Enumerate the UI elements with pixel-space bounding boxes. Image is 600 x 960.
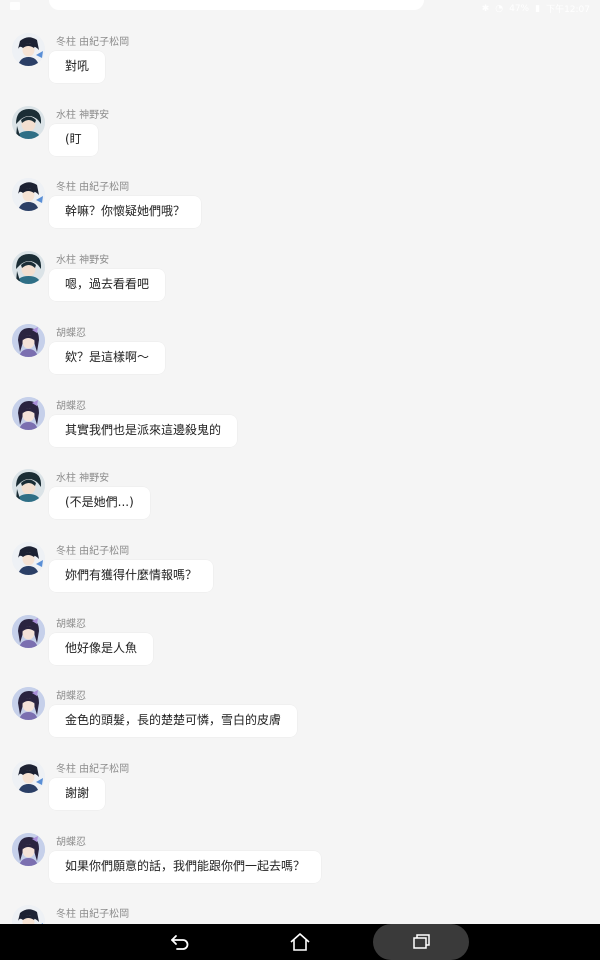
message-bubble[interactable]: 金色的頭髮，長的楚楚可憐，雪白的皮膚 <box>49 705 298 737</box>
shinobu-avatar[interactable] <box>12 833 45 866</box>
sender-name: 胡蝶忍 <box>56 691 86 702</box>
message-item[interactable]: 胡蝶忍如果你們願意的話，我們能跟你們一起去嗎？ <box>12 833 572 903</box>
message-item[interactable]: 水柱 神野安嗯，過去看看吧 <box>12 251 572 321</box>
sender-name: 水柱 神野安 <box>56 255 110 266</box>
shinobu-avatar[interactable] <box>12 615 45 648</box>
message-item[interactable]: 水柱 神野安 (盯 <box>12 106 572 176</box>
previous-message-bubble <box>49 0 424 10</box>
tomioka-avatar[interactable] <box>12 760 45 793</box>
recent-apps-button[interactable] <box>373 924 469 960</box>
message-bubble[interactable]: (不是她們...) <box>49 487 150 519</box>
tomioka-avatar[interactable] <box>12 33 45 66</box>
sender-name: 冬柱 由紀子松岡 <box>56 182 130 193</box>
sender-name: 水柱 神野安 <box>56 110 110 121</box>
sender-name: 冬柱 由紀子松岡 <box>56 909 130 920</box>
sender-name: 胡蝶忍 <box>56 328 86 339</box>
message-bubble[interactable]: 嗯，過去看看吧 <box>49 269 166 301</box>
home-button[interactable] <box>270 924 330 960</box>
home-icon <box>290 933 310 951</box>
water-avatar[interactable] <box>12 106 45 139</box>
message-item[interactable]: 胡蝶忍其實我們也是派來這邊殺鬼的 <box>12 397 572 467</box>
message-item[interactable]: 胡蝶忍欸？是這樣啊～ <box>12 324 572 394</box>
notification-icon <box>10 2 20 10</box>
chat-screen: ✱ ◔ 47% ▮ 下午12:07 冬柱 由紀子松岡 對吼 水柱 神野安 (盯 冬柱 由… <box>0 0 600 960</box>
water-avatar[interactable] <box>12 469 45 502</box>
message-bubble[interactable]: 對吼 <box>49 51 106 83</box>
recent-apps-icon <box>413 934 430 949</box>
message-item[interactable]: 冬柱 由紀子松岡妳們有獲得什麼情報嗎？ <box>12 542 572 612</box>
tomioka-avatar[interactable] <box>12 178 45 211</box>
message-bubble[interactable]: 幹嘛？你懷疑她們哦？ <box>49 196 202 228</box>
navigation-bar <box>0 924 600 960</box>
message-bubble[interactable]: 如果你們願意的話，我們能跟你們一起去嗎？ <box>49 851 322 883</box>
message-item[interactable]: 水柱 神野安 (不是她們...) <box>12 469 572 539</box>
water-avatar[interactable] <box>12 251 45 284</box>
sender-name: 胡蝶忍 <box>56 401 86 412</box>
message-bubble[interactable]: 欸？是這樣啊～ <box>49 342 166 374</box>
message-bubble[interactable]: 他好像是人魚 <box>49 633 154 665</box>
message-bubble[interactable]: (盯 <box>49 124 98 156</box>
sender-name: 胡蝶忍 <box>56 837 86 848</box>
shinobu-avatar[interactable] <box>12 687 45 720</box>
sender-name: 水柱 神野安 <box>56 473 110 484</box>
message-item[interactable]: 冬柱 由紀子松岡對吼 <box>12 33 572 103</box>
sender-name: 冬柱 由紀子松岡 <box>56 546 130 557</box>
battery-percent: 47% <box>509 3 530 14</box>
status-right: ✱ ◔ 47% ▮ 下午12:07 <box>481 2 590 16</box>
message-bubble[interactable]: 妳們有獲得什麼情報嗎？ <box>49 560 214 592</box>
message-item[interactable]: 胡蝶忍他好像是人魚 <box>12 615 572 685</box>
sender-name: 冬柱 由紀子松岡 <box>56 37 130 48</box>
message-bubble[interactable]: 其實我們也是派來這邊殺鬼的 <box>49 415 238 447</box>
bluetooth-icon: ✱ <box>481 3 490 14</box>
message-item[interactable]: 冬柱 由紀子松岡幹嘛？你懷疑她們哦？ <box>12 178 572 248</box>
shinobu-avatar[interactable] <box>12 324 45 357</box>
back-icon <box>171 935 189 950</box>
battery-icon: ▮ <box>535 3 541 14</box>
back-button[interactable] <box>150 924 210 960</box>
shinobu-avatar[interactable] <box>12 397 45 430</box>
tomioka-avatar[interactable] <box>12 542 45 575</box>
clock: 下午12:07 <box>546 5 590 15</box>
sender-name: 胡蝶忍 <box>56 619 86 630</box>
sender-name: 冬柱 由紀子松岡 <box>56 764 130 775</box>
message-item[interactable]: 胡蝶忍金色的頭髮，長的楚楚可憐，雪白的皮膚 <box>12 687 572 757</box>
message-bubble[interactable]: 謝謝 <box>49 778 106 810</box>
message-item[interactable]: 冬柱 由紀子松岡謝謝 <box>12 760 572 830</box>
wifi-icon: ◔ <box>495 3 504 14</box>
